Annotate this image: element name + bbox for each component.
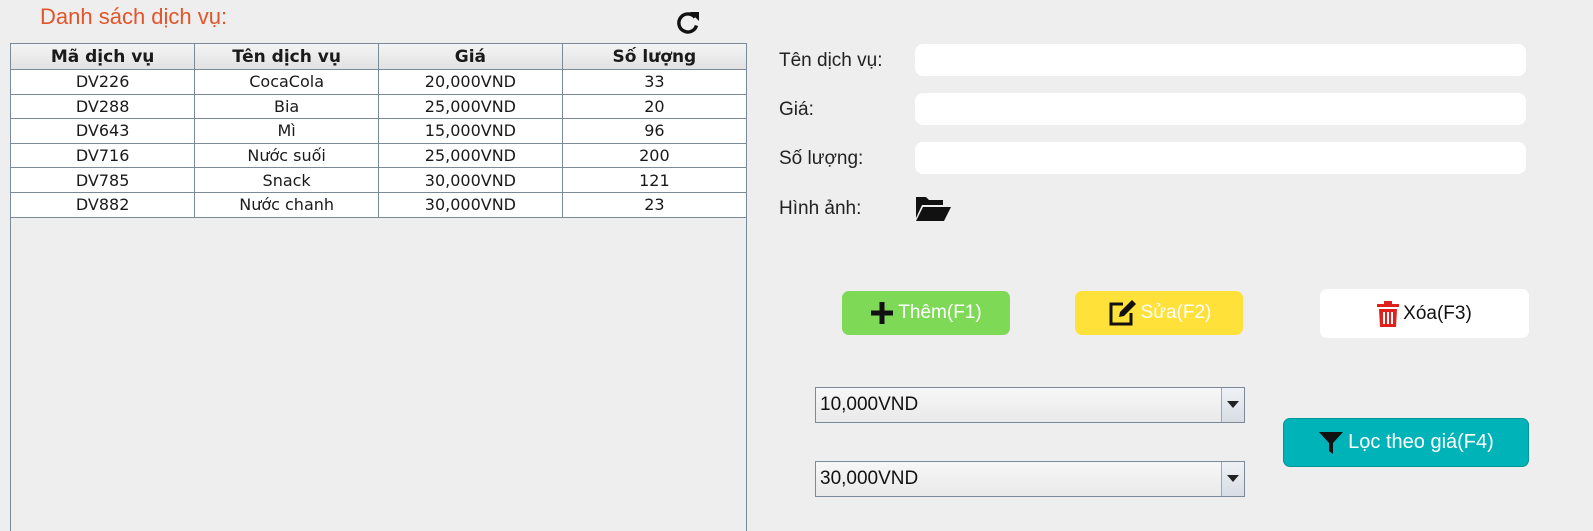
max-price-value: 30,000VND (820, 468, 919, 489)
cell-id: DV226 (11, 69, 196, 95)
cell-name: Bia (194, 94, 379, 120)
cell-quantity: 20 (562, 94, 746, 120)
filter-icon (1319, 431, 1344, 454)
plus-icon (871, 302, 894, 324)
cell-name: Nước suối (194, 143, 379, 169)
cell-price: 20,000VND (378, 69, 563, 95)
cell-quantity: 33 (562, 69, 746, 95)
cell-price: 25,000VND (378, 143, 563, 169)
cell-name: Nước chanh (194, 192, 379, 218)
edit-button-label: Sửa(F2) (1140, 302, 1212, 323)
cell-quantity: 121 (562, 167, 746, 193)
quantity-input[interactable] (915, 142, 1526, 174)
edit-button[interactable]: Sửa(F2) (1075, 291, 1243, 335)
min-price-select[interactable]: 10,000VND (815, 387, 1245, 423)
table-header-row: Mã dịch vụ Tên dịch vụ Giá Số lượng (11, 44, 746, 70)
image-label: Hình ảnh: (779, 198, 862, 219)
column-header-name[interactable]: Tên dịch vụ (194, 44, 379, 70)
cell-name: CocaCola (194, 69, 379, 95)
cell-id: DV882 (11, 192, 196, 218)
cell-quantity: 200 (562, 143, 746, 169)
table-row[interactable]: DV288 Bia 25,000VND 20 (11, 94, 746, 120)
max-price-select[interactable]: 30,000VND (815, 461, 1245, 497)
cell-price: 25,000VND (378, 94, 563, 120)
min-price-value: 10,000VND (820, 394, 919, 415)
add-button[interactable]: Thêm(F1) (842, 291, 1010, 335)
refresh-button[interactable] (673, 8, 703, 38)
list-title: Danh sách dịch vụ: (40, 4, 228, 29)
service-name-input[interactable] (915, 44, 1526, 76)
cell-quantity: 23 (562, 192, 746, 218)
column-header-id[interactable]: Mã dịch vụ (11, 44, 196, 70)
column-header-price[interactable]: Giá (378, 44, 563, 70)
table-row[interactable]: DV226 CocaCola 20,000VND 33 (11, 69, 746, 95)
price-input[interactable] (915, 93, 1526, 125)
cell-price: 30,000VND (378, 192, 563, 218)
quantity-label: Số lượng: (779, 148, 864, 169)
table-row[interactable]: DV785 Snack 30,000VND 121 (11, 167, 746, 193)
cell-name: Mì (194, 118, 379, 144)
delete-button-label: Xóa(F3) (1403, 302, 1472, 324)
add-button-label: Thêm(F1) (898, 302, 982, 323)
cell-quantity: 96 (562, 118, 746, 144)
trash-icon (1377, 300, 1400, 327)
cell-name: Snack (194, 167, 379, 193)
column-header-quantity[interactable]: Số lượng (562, 44, 746, 70)
cell-id: DV288 (11, 94, 196, 120)
services-table[interactable]: Mã dịch vụ Tên dịch vụ Giá Số lượng DV22… (10, 43, 747, 531)
folder-open-icon (916, 197, 951, 221)
cell-id: DV716 (11, 143, 196, 169)
delete-button[interactable]: Xóa(F3) (1320, 289, 1529, 338)
filter-by-price-button[interactable]: Lọc theo giá(F4) (1283, 418, 1529, 467)
price-label: Giá: (779, 99, 814, 120)
edit-icon (1109, 300, 1136, 326)
table-row[interactable]: DV882 Nước chanh 30,000VND 23 (11, 192, 746, 218)
chevron-down-icon[interactable] (1221, 388, 1244, 422)
table-row[interactable]: DV643 Mì 15,000VND 96 (11, 118, 746, 144)
service-name-label: Tên dịch vụ: (779, 50, 883, 71)
chevron-down-icon[interactable] (1221, 462, 1244, 496)
refresh-icon (677, 12, 699, 34)
table-row[interactable]: DV716 Nước suối 25,000VND 200 (11, 143, 746, 169)
cell-price: 30,000VND (378, 167, 563, 193)
cell-id: DV785 (11, 167, 196, 193)
cell-price: 15,000VND (378, 118, 563, 144)
cell-id: DV643 (11, 118, 196, 144)
choose-image-button[interactable] (914, 193, 952, 223)
filter-button-label: Lọc theo giá(F4) (1348, 431, 1494, 453)
